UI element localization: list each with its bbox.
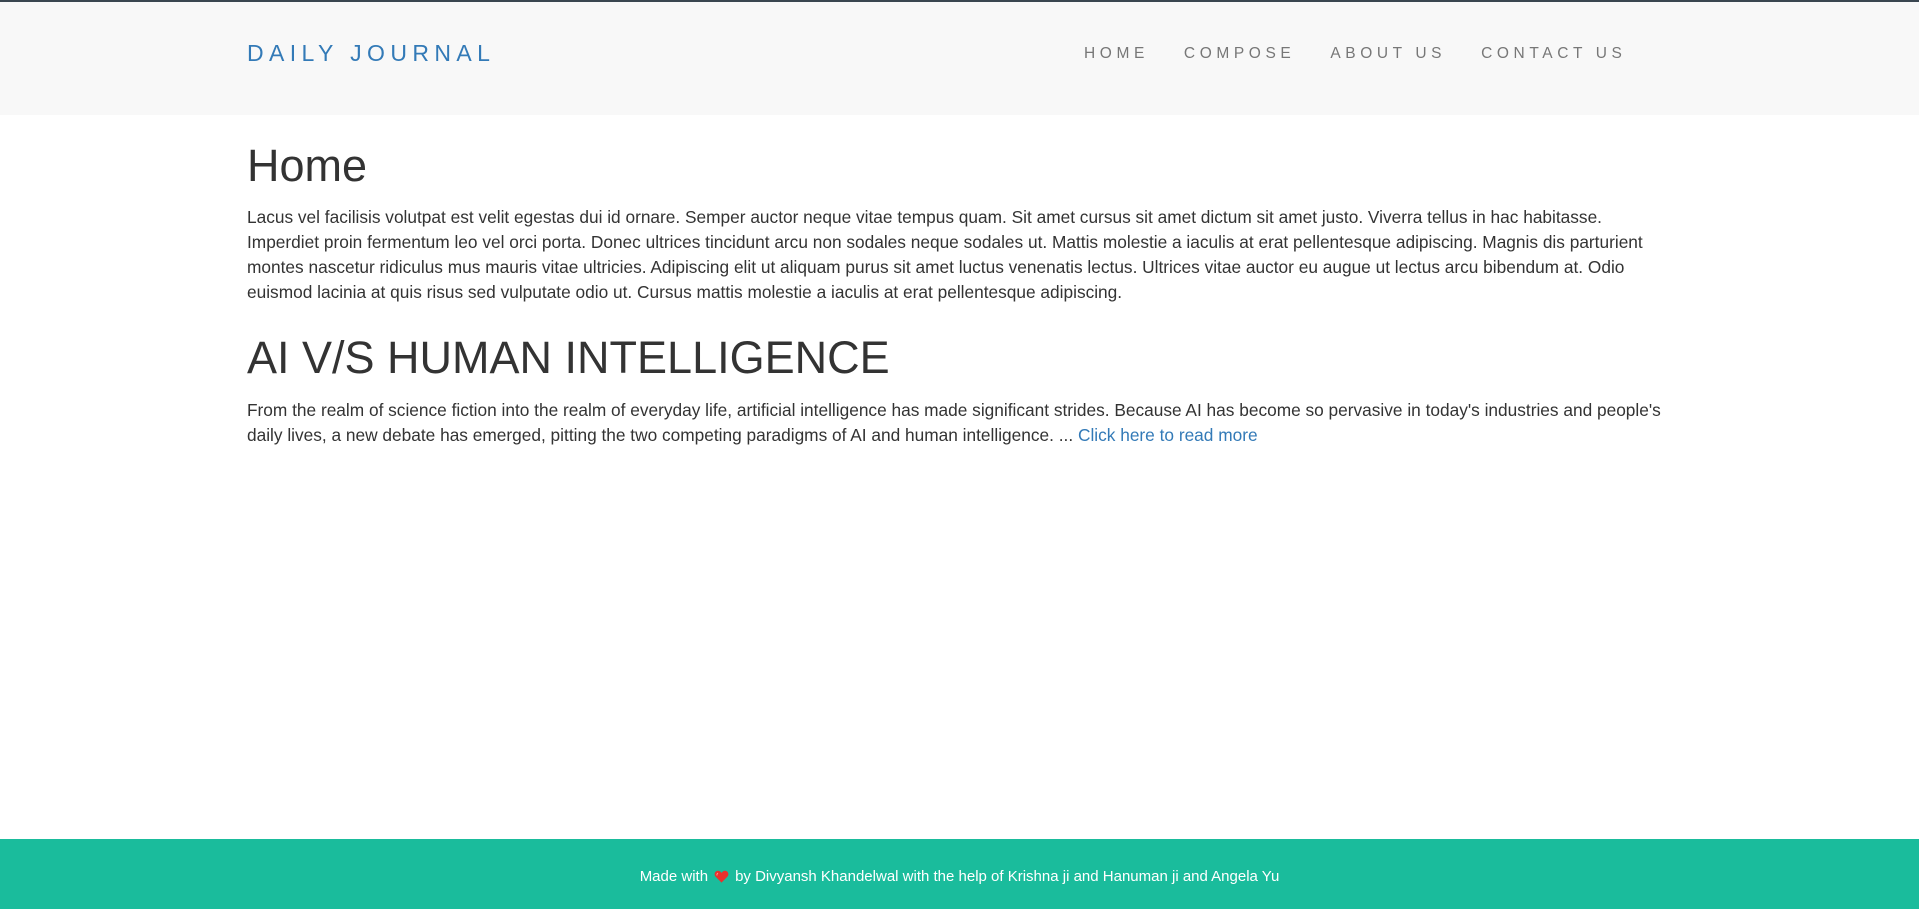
read-more-link[interactable]: Click here to read more [1078, 425, 1258, 445]
nav-item-home: HOME [1084, 45, 1184, 63]
footer-prefix: Made with [639, 867, 709, 885]
post-title: AI V/S HUMAN INTELLIGENCE [247, 331, 890, 383]
heart-icon [714, 869, 729, 884]
nav-link-compose[interactable]: COMPOSE [1184, 45, 1295, 63]
post-excerpt: From the realm of science fiction into t… [247, 398, 1672, 448]
brand-logo[interactable]: DAILY JOURNAL [247, 40, 495, 67]
home-content: Lacus vel facilisis volutpat est velit e… [247, 206, 1643, 302]
page-title: Home [247, 140, 368, 191]
footer-credit: by Divyansh Khandelwal with the help of … [735, 867, 1280, 885]
nav-item-compose: COMPOSE [1184, 45, 1330, 63]
main-content: Home Lacus vel facilisis volutpat est ve… [247, 115, 1672, 448]
nav-item-contact-us: CONTACT US [1481, 45, 1626, 63]
footer: Made with by Divyansh Khandelwal with th… [0, 839, 1919, 909]
nav-link-contact-us[interactable]: CONTACT US [1481, 45, 1626, 63]
post-excerpt-text: From the realm of science fiction into t… [247, 400, 1661, 445]
nav-item-about-us: ABOUT US [1330, 45, 1481, 63]
nav-links: HOME COMPOSE ABOUT US CONTACT US [1084, 45, 1626, 63]
nav-link-about-us[interactable]: ABOUT US [1330, 45, 1446, 63]
nav-link-home[interactable]: HOME [1084, 45, 1149, 63]
navbar: DAILY JOURNAL HOME COMPOSE ABOUT US CONT… [0, 2, 1919, 115]
